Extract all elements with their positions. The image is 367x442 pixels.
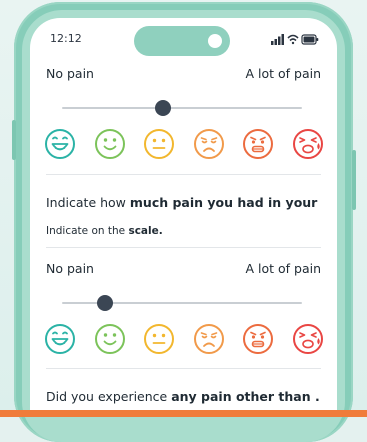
divider	[46, 174, 321, 175]
question-2-text-plain: Indicate how	[46, 195, 130, 210]
scale-max-label: A lot of pain	[245, 66, 321, 81]
laughing-face-icon[interactable]	[44, 128, 76, 160]
scale-min-label: No pain	[46, 261, 94, 276]
scale-labels-1: No pain A lot of pain	[46, 66, 321, 84]
smiling-face-icon[interactable]	[94, 128, 126, 160]
neutral-face-icon[interactable]	[143, 128, 175, 160]
grimacing-face-icon[interactable]	[242, 128, 274, 160]
slider-thumb[interactable]	[154, 100, 171, 116]
phone-side-button-left	[12, 120, 16, 160]
status-time: 12:12	[50, 32, 82, 45]
question-3-text-plain: Did you experience	[46, 389, 172, 404]
wifi-icon	[287, 34, 299, 45]
sad-face-icon[interactable]	[193, 128, 225, 160]
scale-labels-2: No pain A lot of pain	[46, 261, 321, 279]
battery-icon	[301, 34, 319, 45]
footer-bar	[0, 410, 367, 417]
question-2-text-bold: much pain you had in your ...	[129, 195, 321, 210]
status-bar: 12:12	[30, 18, 337, 62]
divider	[46, 247, 321, 248]
slider-thumb[interactable]	[97, 295, 114, 311]
camera-dot	[208, 34, 222, 48]
scale-max-label: A lot of pain	[245, 261, 321, 276]
status-icons	[271, 34, 319, 45]
laughing-face-icon[interactable]	[44, 323, 76, 355]
grimacing-face-icon[interactable]	[242, 323, 274, 355]
signal-icon	[271, 34, 284, 45]
question-3-text: Did you experience any pain other than .…	[46, 389, 321, 404]
scale-min-label: No pain	[46, 66, 94, 81]
face-scale-1	[44, 128, 324, 162]
dynamic-island	[134, 26, 230, 56]
pain-slider-2[interactable]	[62, 295, 302, 311]
divider	[46, 368, 321, 369]
neutral-face-icon[interactable]	[143, 323, 175, 355]
pain-slider-1[interactable]	[62, 100, 302, 116]
phone-screen: 12:12 No pain A lot of pain Indicate how…	[30, 18, 337, 410]
question-2-text: Indicate how much pain you had in your .…	[46, 195, 321, 210]
face-scale-2	[44, 323, 324, 357]
smiling-face-icon[interactable]	[94, 323, 126, 355]
sad-face-icon[interactable]	[193, 323, 225, 355]
crying-face-icon[interactable]	[292, 323, 324, 355]
phone-side-button-right	[352, 150, 356, 210]
question-2-hint-bold: scale.	[128, 225, 163, 237]
crying-face-icon[interactable]	[292, 128, 324, 160]
slider-track[interactable]	[62, 107, 302, 109]
question-3-text-bold: any pain other than ...	[171, 389, 321, 404]
question-2-hint: Indicate on the scale.	[46, 225, 163, 237]
question-2-hint-plain: Indicate on the	[46, 225, 129, 237]
